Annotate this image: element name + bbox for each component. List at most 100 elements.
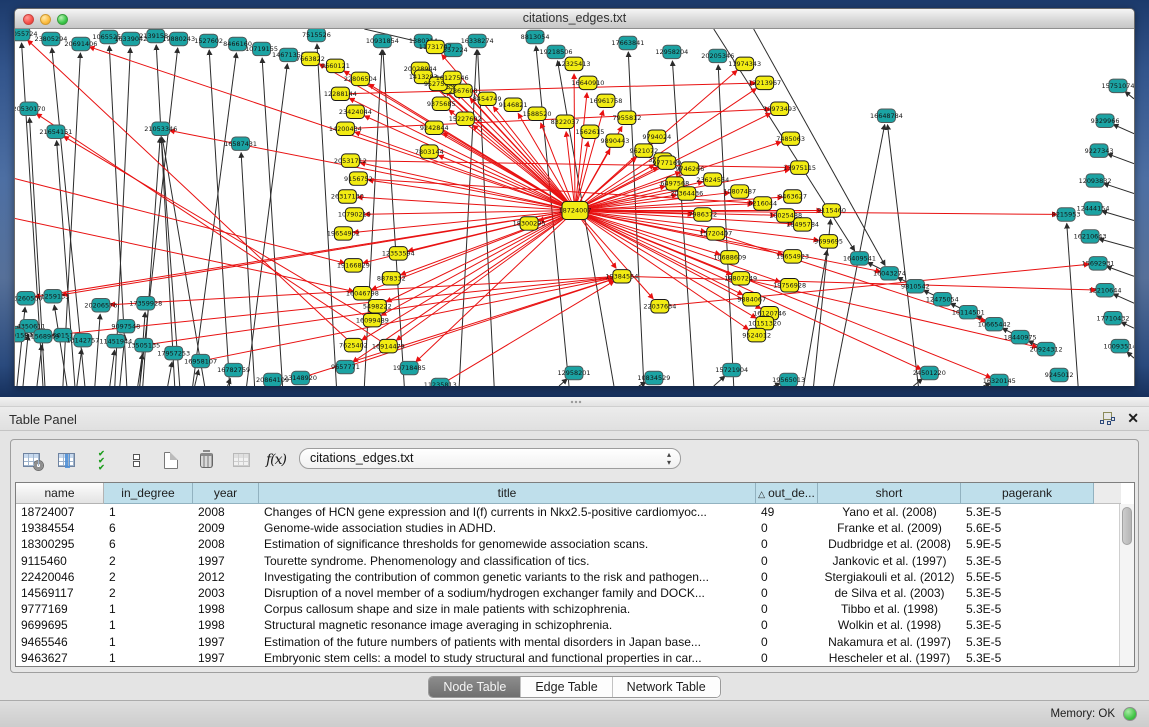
table-cell[interactable]: 1: [104, 504, 193, 520]
table-cell[interactable]: Jankovic et al. (1997): [818, 553, 961, 569]
memory-status-indicator-icon[interactable]: [1123, 707, 1137, 721]
show-columns-button[interactable]: [54, 448, 78, 472]
table-cell[interactable]: Disruption of a novel member of a sodium…: [259, 585, 756, 601]
table-cell[interactable]: 0: [756, 553, 818, 569]
unselect-all-button[interactable]: [124, 448, 148, 472]
table-row[interactable]: 977716911998Corpus callosum shape and si…: [16, 601, 1134, 617]
table-cell[interactable]: 6: [104, 520, 193, 536]
table-cell[interactable]: Tourette syndrome. Phenomenology and cla…: [259, 553, 756, 569]
table-cell[interactable]: Franke et al. (2009): [818, 520, 961, 536]
table-cell[interactable]: 1998: [193, 617, 259, 633]
table-cell[interactable]: Stergiakouli et al. (2012): [818, 569, 961, 585]
table-cell[interactable]: 5.9E-5: [961, 536, 1094, 552]
table-cell[interactable]: Changes of HCN gene expression and I(f) …: [259, 504, 756, 520]
tab-network-table[interactable]: Network Table: [613, 677, 720, 697]
table-cell[interactable]: Structural magnetic resonance image aver…: [259, 617, 756, 633]
table-cell[interactable]: 9115460: [16, 553, 104, 569]
delete-column-button[interactable]: [194, 448, 218, 472]
table-cell[interactable]: 18300295: [16, 536, 104, 552]
column-header-year[interactable]: year: [193, 483, 259, 504]
table-cell[interactable]: 0: [756, 569, 818, 585]
table-cell[interactable]: 14569117: [16, 585, 104, 601]
table-cell[interactable]: 0: [756, 601, 818, 617]
table-row[interactable]: 1830029562008Estimation of significance …: [16, 536, 1134, 552]
table-row[interactable]: 946362711997Embryonic stem cells: a mode…: [16, 650, 1134, 666]
table-row[interactable]: 969969511998Structural magnetic resonanc…: [16, 617, 1134, 633]
table-cell[interactable]: 9699695: [16, 617, 104, 633]
table-cell[interactable]: 0: [756, 536, 818, 552]
citation-network-graph[interactable]: 2405572423805294206914061065525716339042…: [15, 29, 1134, 386]
table-cell[interactable]: 19384554: [16, 520, 104, 536]
network-window-titlebar[interactable]: citations_edges.txt: [15, 9, 1134, 29]
table-settings-button[interactable]: [19, 448, 43, 472]
column-header-in_degree[interactable]: in_degree: [104, 483, 193, 504]
table-cell[interactable]: 1: [104, 601, 193, 617]
column-header-short[interactable]: short: [818, 483, 961, 504]
table-cell[interactable]: 5.3E-5: [961, 617, 1094, 633]
table-cell[interactable]: Dudbridge et al. (2008): [818, 536, 961, 552]
float-panel-icon[interactable]: [1100, 412, 1115, 425]
network-canvas[interactable]: 2405572423805294206914061065525716339042…: [15, 29, 1134, 386]
table-cell[interactable]: 2: [104, 553, 193, 569]
table-cell[interactable]: 5.3E-5: [961, 553, 1094, 569]
table-row[interactable]: 2242004622012Investigating the contribut…: [16, 569, 1134, 585]
table-cell[interactable]: 5.3E-5: [961, 504, 1094, 520]
table-cell[interactable]: Tibbo et al. (1998): [818, 601, 961, 617]
table-cell[interactable]: Corpus callosum shape and size in male p…: [259, 601, 756, 617]
table-cell[interactable]: de Silva et al. (2003): [818, 585, 961, 601]
table-cell[interactable]: 1: [104, 617, 193, 633]
table-cell[interactable]: 1998: [193, 601, 259, 617]
table-cell[interactable]: 5.3E-5: [961, 650, 1094, 666]
table-cell[interactable]: 1997: [193, 634, 259, 650]
table-cell[interactable]: 0: [756, 585, 818, 601]
table-cell[interactable]: Nakamura et al. (1997): [818, 634, 961, 650]
table-cell[interactable]: 0: [756, 650, 818, 666]
table-cell[interactable]: 5.3E-5: [961, 585, 1094, 601]
close-panel-icon[interactable]: ✕: [1127, 411, 1139, 425]
table-vertical-scrollbar[interactable]: [1119, 504, 1134, 666]
table-row[interactable]: 1872400712008Changes of HCN gene express…: [16, 504, 1134, 520]
table-cell[interactable]: 2012: [193, 569, 259, 585]
table-cell[interactable]: Wolkin et al. (1998): [818, 617, 961, 633]
function-builder-button[interactable]: f(x): [264, 448, 288, 472]
table-row[interactable]: 946554611997Estimation of the future num…: [16, 634, 1134, 650]
table-cell[interactable]: Investigating the contribution of common…: [259, 569, 756, 585]
table-cell[interactable]: 5.6E-5: [961, 520, 1094, 536]
table-cell[interactable]: 2008: [193, 504, 259, 520]
table-cell[interactable]: 2009: [193, 520, 259, 536]
table-cell[interactable]: 18724007: [16, 504, 104, 520]
table-cell[interactable]: 2008: [193, 536, 259, 552]
table-cell[interactable]: Estimation of significance thresholds fo…: [259, 536, 756, 552]
column-header-name[interactable]: name: [16, 483, 104, 504]
table-cell[interactable]: 9465546: [16, 634, 104, 650]
table-cell[interactable]: 5.3E-5: [961, 601, 1094, 617]
table-cell[interactable]: Genome-wide association studies in ADHD.: [259, 520, 756, 536]
new-column-button[interactable]: [159, 448, 183, 472]
table-cell[interactable]: 2003: [193, 585, 259, 601]
table-cell[interactable]: 6: [104, 536, 193, 552]
table-row[interactable]: 911546021997Tourette syndrome. Phenomeno…: [16, 553, 1134, 569]
column-header-out_de[interactable]: △out_de...: [756, 483, 818, 504]
select-all-button[interactable]: ✔✔✔: [89, 448, 113, 472]
table-cell[interactable]: 1997: [193, 650, 259, 666]
tab-edge-table[interactable]: Edge Table: [521, 677, 612, 697]
table-cell[interactable]: 1: [104, 650, 193, 666]
column-header-pagerank[interactable]: pagerank: [961, 483, 1094, 504]
column-header-title[interactable]: title: [259, 483, 756, 504]
table-cell[interactable]: 0: [756, 617, 818, 633]
table-row[interactable]: 1456911722003Disruption of a novel membe…: [16, 585, 1134, 601]
table-scrollbar-thumb[interactable]: [1122, 507, 1132, 545]
table-row[interactable]: 1938455462009Genome-wide association stu…: [16, 520, 1134, 536]
table-cell[interactable]: 9777169: [16, 601, 104, 617]
table-cell[interactable]: 5.3E-5: [961, 634, 1094, 650]
table-cell[interactable]: Hescheler et al. (1997): [818, 650, 961, 666]
table-cell[interactable]: Embryonic stem cells: a model to study s…: [259, 650, 756, 666]
splitter-grip-icon[interactable]: [570, 400, 582, 404]
table-cell[interactable]: Yano et al. (2008): [818, 504, 961, 520]
table-cell[interactable]: 49: [756, 504, 818, 520]
table-cell[interactable]: 5.5E-5: [961, 569, 1094, 585]
table-cell[interactable]: 2: [104, 569, 193, 585]
table-cell[interactable]: 9463627: [16, 650, 104, 666]
table-source-dropdown[interactable]: citations_edges.txt ▴▾: [299, 448, 681, 469]
tab-node-table[interactable]: Node Table: [429, 677, 521, 697]
